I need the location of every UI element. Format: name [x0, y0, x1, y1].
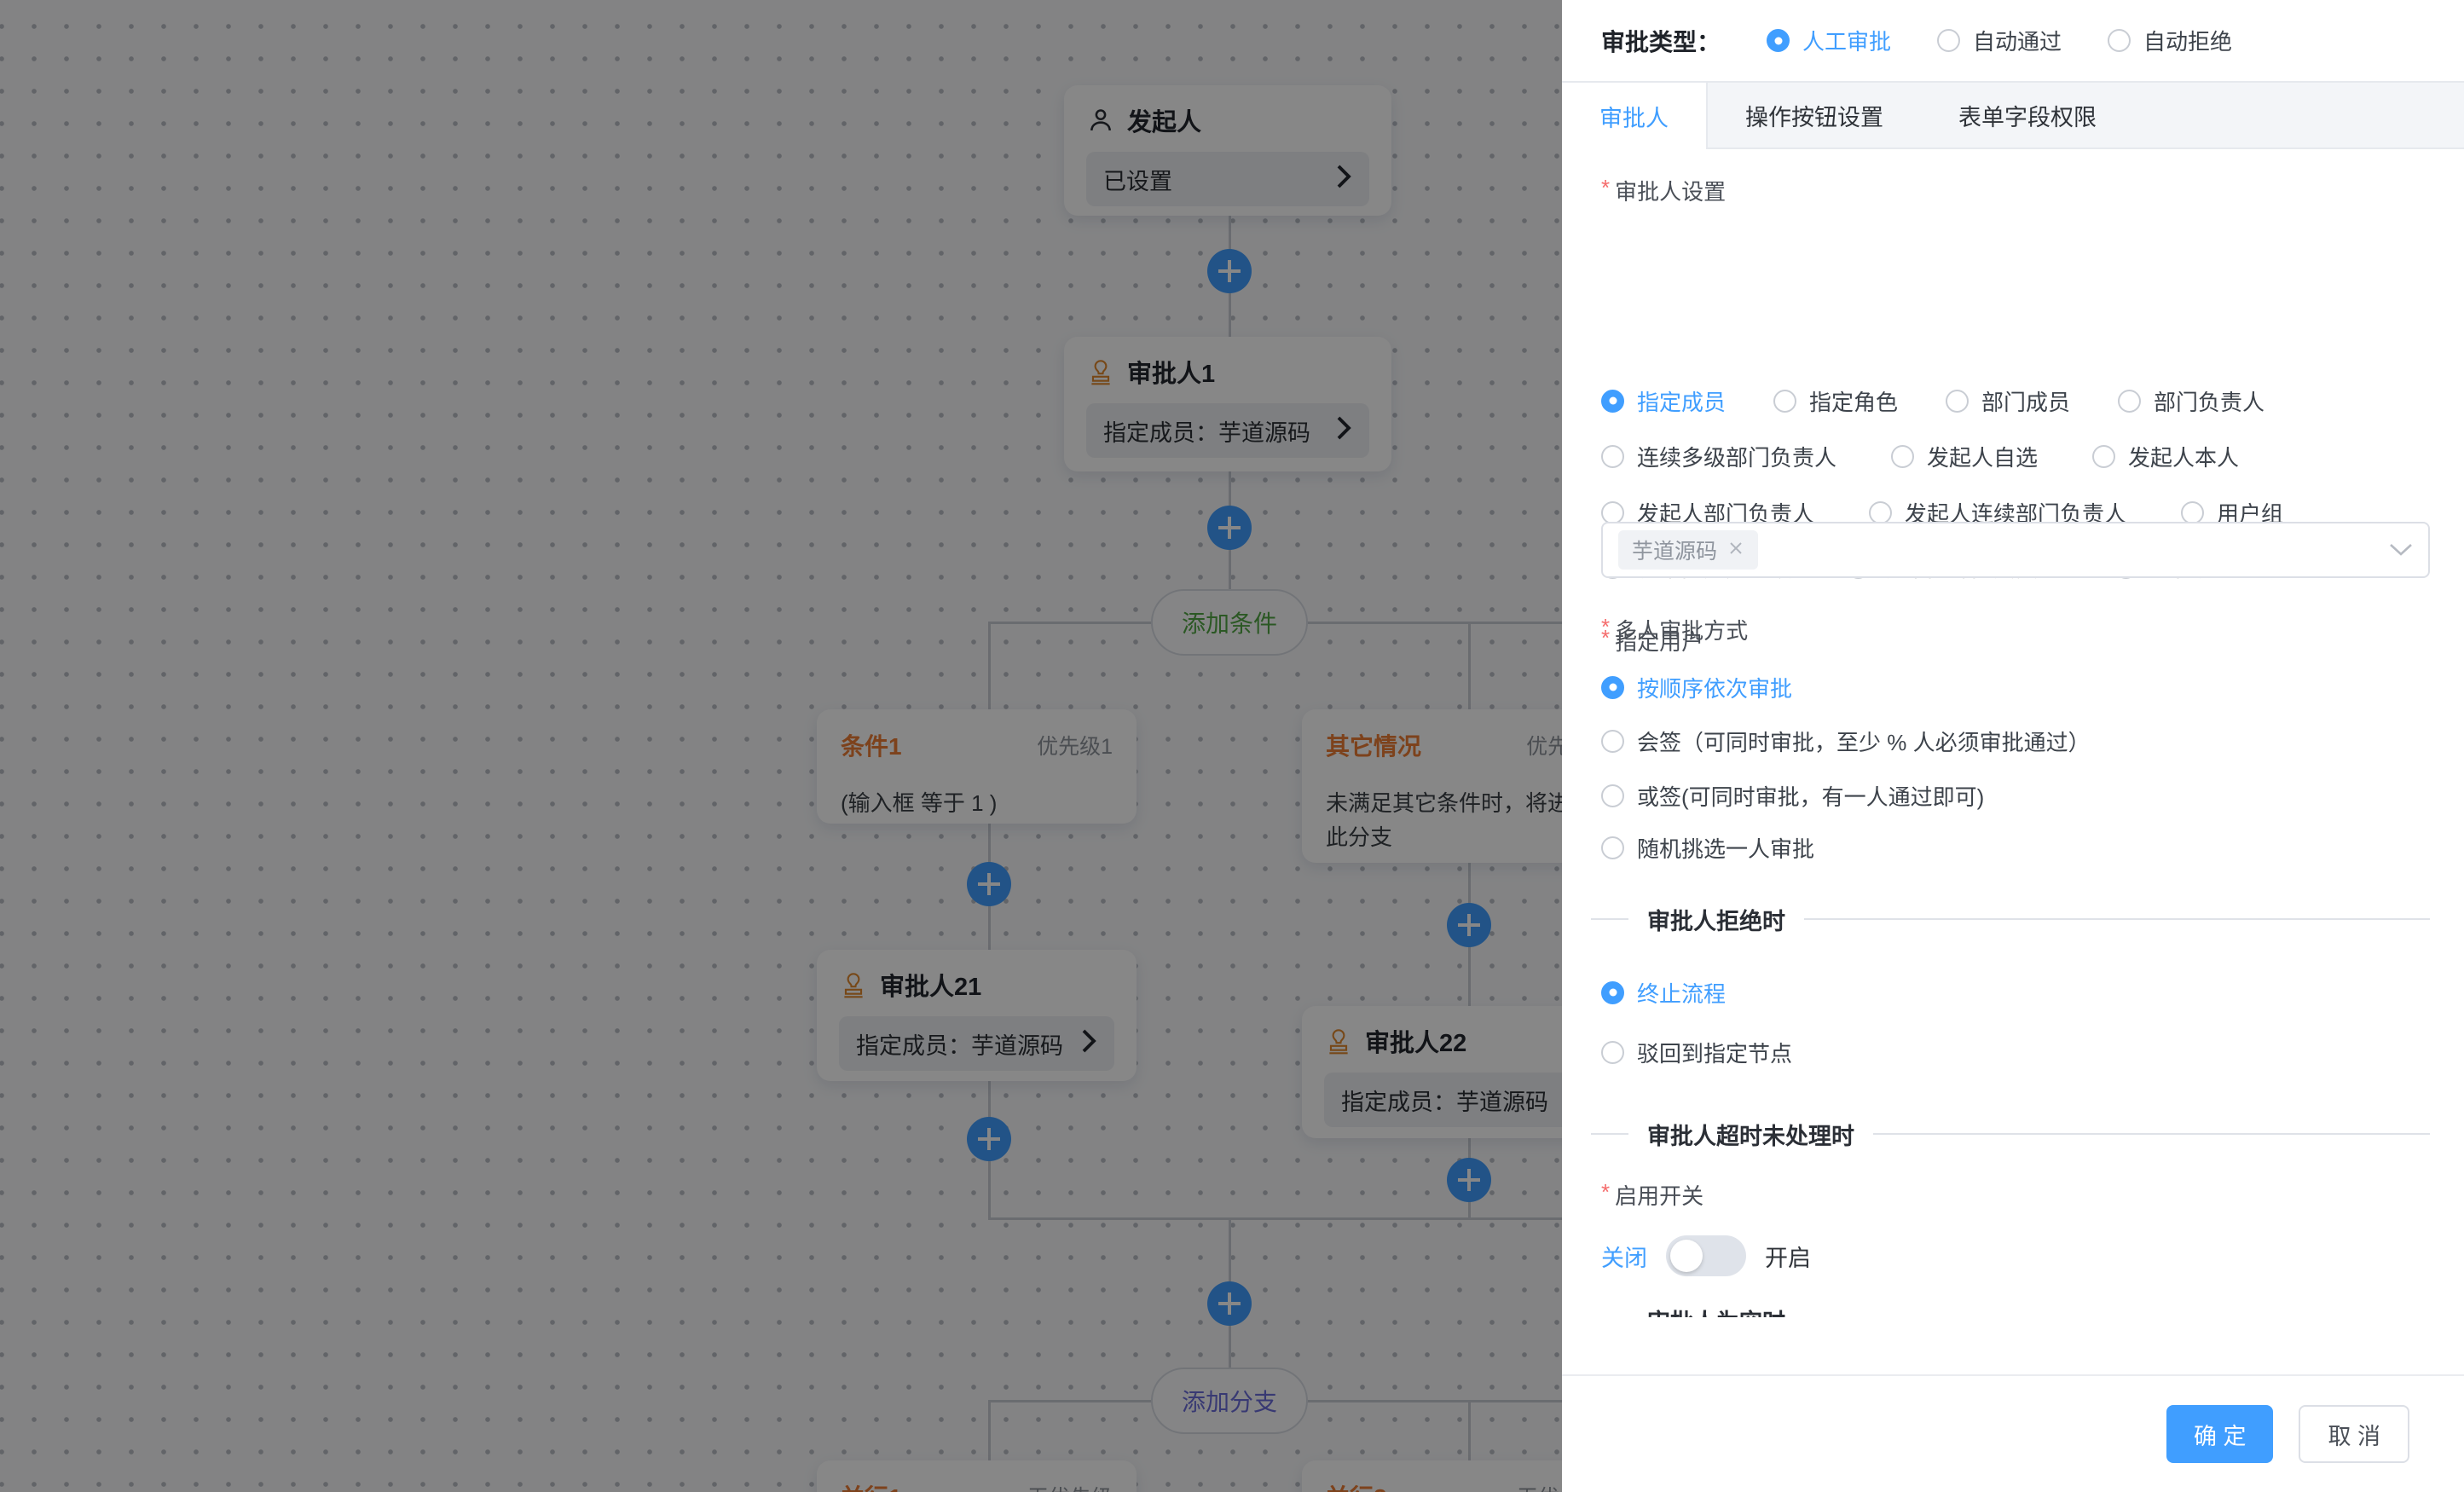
tab-form-field-permission[interactable]: 表单字段权限 [1921, 83, 2134, 147]
timeout-section-divider: 审批人超时未处理时 [1591, 1117, 2430, 1151]
radio-initiator-self[interactable]: 发起人本人 [2092, 441, 2239, 472]
multi-mode-option: 或签(可同时审批，有一人通过即可) [1601, 780, 2438, 811]
radio-terminate-process[interactable]: 终止流程 [1601, 977, 1726, 1009]
enable-switch-label: * 启用开关 [1601, 1179, 1703, 1211]
multi-mode-label: * 多人审批方式 [1601, 614, 1748, 645]
radio-auto-reject[interactable]: 自动拒绝 [2108, 25, 2232, 56]
radio-dot [1767, 29, 1790, 52]
radio-dept-leader[interactable]: 部门负责人 [2118, 385, 2264, 417]
approval-type-label: 审批类型： [1601, 24, 1721, 58]
confirm-button[interactable]: 确 定 [2166, 1405, 2274, 1463]
radio-orsign[interactable]: 或签(可同时审批，有一人通过即可) [1601, 780, 1984, 812]
tab-approver[interactable]: 审批人 [1562, 83, 1708, 149]
panel-tabs: 审批人 操作按钮设置 表单字段权限 [1562, 81, 2464, 149]
radio-dot [1937, 29, 1960, 52]
switch-on-label: 开启 [1765, 1240, 1811, 1273]
empty-section-title: 审批人为空时 [1628, 1304, 1804, 1318]
radio-assigned-role[interactable]: 指定角色 [1773, 385, 1898, 417]
radio-return-to-node[interactable]: 驳回到指定节点 [1601, 1037, 1792, 1068]
radio-sequential[interactable]: 按顺序依次审批 [1601, 672, 1792, 703]
switch-off-label: 关闭 [1601, 1240, 1647, 1273]
assign-user-select[interactable]: 芋道源码 [1601, 522, 2430, 578]
radio-initiator-select[interactable]: 发起人自选 [1891, 441, 2038, 472]
enable-toggle[interactable] [1666, 1235, 1746, 1276]
panel-scroll-area[interactable]: * 审批人设置 指定成员 指定角色 部门成员 部门负责人 连续多级部门负责人 发… [1562, 151, 2464, 1317]
radio-dept-member[interactable]: 部门成员 [1946, 385, 2070, 417]
required-asterisk: * [1601, 1179, 1610, 1211]
enable-switch-row: 关闭 开启 [1601, 1235, 1811, 1276]
user-tag: 芋道源码 [1618, 530, 1758, 570]
multi-mode-option: 随机挑选一人审批 [1601, 832, 2438, 863]
radio-random-one[interactable]: 随机挑选一人审批 [1601, 832, 1814, 864]
radio-manual-approval[interactable]: 人工审批 [1767, 25, 1891, 56]
chevron-down-icon [2389, 543, 2413, 557]
timeout-section-title: 审批人超时未处理时 [1628, 1118, 1873, 1151]
required-asterisk: * [1601, 175, 1610, 206]
approver-setting-row1: 指定成员 指定角色 部门成员 部门负责人 [1601, 385, 2438, 416]
approver-setting-label: * 审批人设置 [1601, 175, 1726, 206]
user-tag-text: 芋道源码 [1632, 535, 1717, 565]
reject-section-title: 审批人拒绝时 [1628, 903, 1804, 936]
radio-multi-level-dept-leader[interactable]: 连续多级部门负责人 [1601, 441, 1836, 472]
radio-assigned-member[interactable]: 指定成员 [1601, 385, 1726, 417]
multi-mode-option: 会签（可同时审批，至少 % 人必须审批通过） [1601, 726, 2438, 756]
reject-option: 驳回到指定节点 [1601, 1037, 2438, 1067]
radio-countersign[interactable]: 会签（可同时审批，至少 % 人必须审批通过） [1601, 726, 2091, 757]
approver-settings-panel: 审批类型： 人工审批 自动通过 自动拒绝 审批人 操作按钮设置 表单字段权限 *… [1562, 0, 2464, 1492]
workflow-designer: 发起人 已设置 审批人1 指定成员 [0, 0, 2464, 1492]
approval-type-row: 审批类型： 人工审批 自动通过 自动拒绝 [1562, 0, 2464, 81]
empty-section-divider: 审批人为空时 [1591, 1303, 2430, 1317]
cancel-button[interactable]: 取 消 [2299, 1405, 2409, 1463]
tab-button-settings[interactable]: 操作按钮设置 [1708, 83, 1921, 147]
multi-mode-option: 按顺序依次审批 [1601, 672, 2438, 703]
approver-setting-row2: 连续多级部门负责人 发起人自选 发起人本人 [1601, 441, 2438, 471]
radio-dot [2108, 29, 2131, 52]
radio-auto-approve[interactable]: 自动通过 [1937, 25, 2062, 56]
tag-close-icon[interactable] [1727, 538, 1744, 563]
panel-footer: 确 定 取 消 [1562, 1374, 2464, 1492]
reject-section-divider: 审批人拒绝时 [1591, 902, 2430, 936]
required-asterisk: * [1601, 614, 1610, 645]
reject-option: 终止流程 [1601, 977, 2438, 1008]
